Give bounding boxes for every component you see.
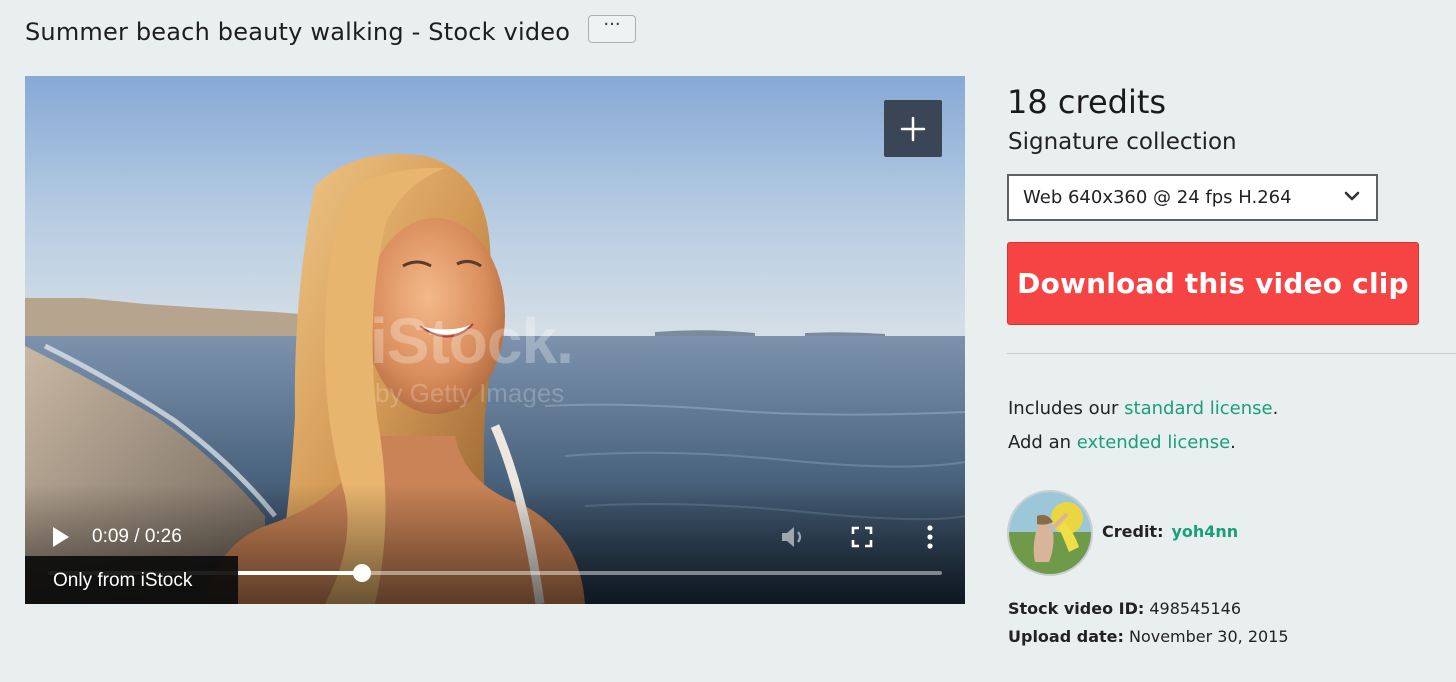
contributor-avatar[interactable] [1007, 490, 1093, 576]
extended-license-line: Add an extended license. [1008, 430, 1236, 456]
page-title: Summer beach beauty walking - Stock vide… [25, 18, 571, 46]
license-period: . [1272, 398, 1279, 419]
license-period: . [1230, 432, 1236, 453]
more-options-button[interactable]: ··· [588, 15, 636, 43]
upload-date: Upload date: November 30, 2015 [1008, 626, 1289, 648]
player-menu-button[interactable] [915, 523, 945, 551]
download-button[interactable]: Download this video clip [1007, 242, 1419, 325]
ellipsis-icon: ··· [603, 14, 621, 35]
divider [1007, 353, 1456, 354]
video-id-label: Stock video ID: [1008, 599, 1145, 618]
volume-button[interactable] [778, 523, 808, 551]
credit-label: Credit: [1102, 522, 1164, 541]
license-text: Includes our [1008, 398, 1125, 419]
volume-icon [782, 527, 802, 547]
video-id-value: 498545146 [1149, 599, 1241, 618]
play-icon [53, 527, 69, 547]
collection-name: Signature collection [1008, 129, 1237, 155]
stock-video-id: Stock video ID: 498545146 [1008, 598, 1241, 620]
fullscreen-button[interactable] [847, 523, 877, 551]
plus-icon [900, 116, 926, 141]
upload-date-label: Upload date: [1008, 627, 1124, 646]
license-text: Add an [1008, 432, 1077, 453]
extended-license-link[interactable]: extended license [1077, 432, 1230, 453]
only-from-istock-badge: Only from iStock [25, 556, 238, 604]
avatar-image [1009, 492, 1091, 574]
playback-time: 0:09 / 0:26 [92, 526, 182, 547]
chevron-down-icon [1344, 191, 1360, 201]
progress-thumb[interactable] [352, 564, 371, 582]
standard-license-link[interactable]: standard license [1124, 398, 1272, 419]
watermark: iStock. [370, 305, 574, 377]
format-selected-value: Web 640x360 @ 24 fps H.264 [1023, 187, 1292, 208]
credit-row: Credit: yoh4nn [1102, 521, 1238, 543]
format-select[interactable]: Web 640x360 @ 24 fps H.264 [1007, 174, 1378, 221]
kebab-menu-icon [927, 525, 933, 549]
play-button[interactable] [50, 525, 72, 549]
standard-license-line: Includes our standard license. [1008, 396, 1278, 422]
add-to-board-button[interactable] [884, 100, 942, 157]
watermark-subtitle: by Getty Images [375, 378, 565, 408]
video-player[interactable]: iStock. by Getty Images 0:09 / 0:26 Only… [25, 76, 965, 604]
fullscreen-icon [851, 526, 873, 548]
upload-date-value: November 30, 2015 [1128, 627, 1289, 646]
contributor-link[interactable]: yoh4nn [1171, 522, 1238, 541]
credits-price: 18 credits [1007, 83, 1167, 121]
